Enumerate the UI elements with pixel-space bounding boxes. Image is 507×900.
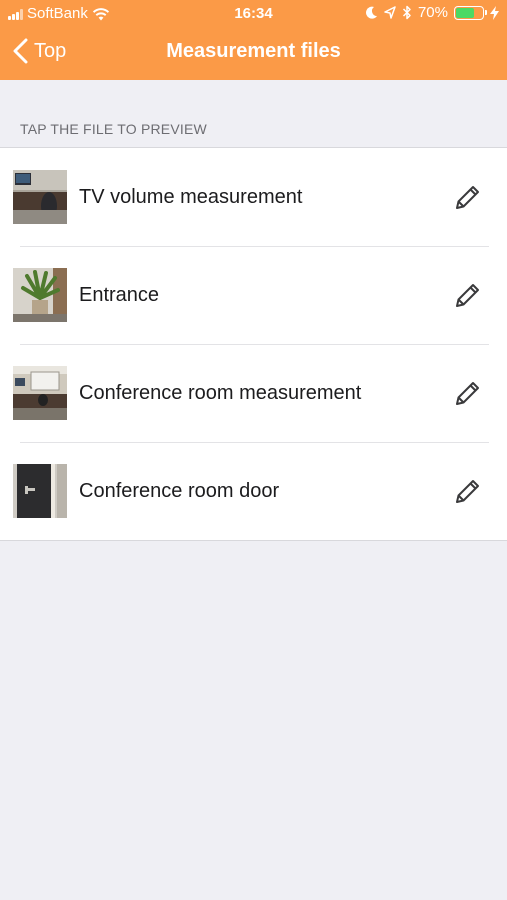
bluetooth-icon: [402, 5, 411, 20]
office-desk-photo: [13, 170, 67, 224]
edit-button[interactable]: [451, 376, 485, 410]
pencil-icon: [456, 480, 479, 503]
file-row[interactable]: Conference room measurement: [0, 344, 507, 442]
file-list: TV volume measurement Entrance Conferenc…: [0, 147, 507, 541]
page-title: Measurement files: [166, 40, 341, 62]
charging-icon: [490, 5, 499, 20]
file-name: TV volume measurement: [79, 185, 303, 208]
conference-room-photo: [13, 366, 67, 420]
door-handle-photo: [13, 464, 67, 518]
file-name: Conference room measurement: [79, 381, 362, 404]
file-row[interactable]: Entrance: [0, 246, 507, 344]
battery-percent: 70%: [417, 4, 448, 21]
status-right: 70%: [365, 4, 499, 21]
edit-button[interactable]: [451, 278, 485, 312]
navigation-bar: Top Measurement files: [0, 30, 507, 74]
status-bar: SoftBank 16:34 70%: [0, 0, 507, 28]
file-row[interactable]: TV volume measurement: [0, 148, 507, 246]
edit-button[interactable]: [451, 180, 485, 214]
file-name: Entrance: [79, 283, 160, 306]
app-header: SoftBank 16:34 70% Top Measurement files: [0, 0, 507, 80]
edit-button[interactable]: [451, 474, 485, 508]
pencil-icon: [456, 186, 479, 209]
moon-icon: [365, 6, 377, 19]
pencil-icon: [456, 382, 479, 405]
potted-plant-photo: [13, 268, 67, 322]
location-icon: [384, 6, 396, 19]
pencil-icon: [456, 284, 479, 307]
file-row[interactable]: Conference room door: [0, 442, 507, 540]
battery-fill: [456, 7, 475, 18]
file-name: Conference room door: [79, 479, 280, 502]
battery-icon: [454, 5, 487, 20]
section-header: TAP THE FILE TO PREVIEW: [20, 121, 207, 137]
